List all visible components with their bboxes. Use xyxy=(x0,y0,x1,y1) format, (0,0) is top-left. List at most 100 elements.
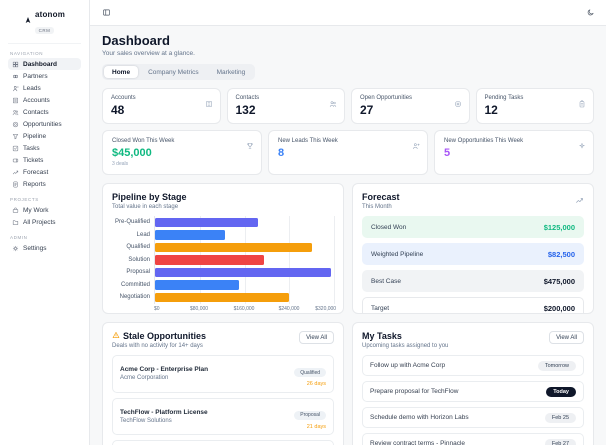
opportunity-company: TechFlow Solutions xyxy=(120,417,172,424)
funnel-icon xyxy=(12,133,19,140)
stats-grid: Accounts 48 Contacts 132 Open Opportunities 2… xyxy=(102,88,594,124)
bar-solution[interactable] xyxy=(155,255,265,265)
briefcase-icon xyxy=(12,207,19,214)
leads-icon xyxy=(12,85,19,92)
task-list: Follow up with Acme Corp Tomorrow Prepare … xyxy=(362,355,584,445)
due-badge: Feb 27 xyxy=(544,438,576,445)
forecast-row-label: Closed Won xyxy=(371,223,407,231)
chart-x-tick: $320,000 xyxy=(315,305,337,312)
building-icon xyxy=(205,95,213,113)
stat-value: 12 xyxy=(484,103,498,117)
pipeline-chart: Pre-Qualified Lead Qualified Solution Propos… xyxy=(112,216,337,313)
sidebar-item-accounts[interactable]: Accounts xyxy=(8,94,81,106)
opportunity-company: Acme Corporation xyxy=(120,375,169,382)
task-row[interactable]: Schedule demo with Horizon Labs Feb 25 xyxy=(362,407,584,428)
highlight-sub xyxy=(278,161,418,167)
sidebar: atonom CRM Navigation Dashboard Partners Le… xyxy=(0,0,90,445)
tab-home[interactable]: Home xyxy=(104,66,139,78)
forecast-row-label: Best Case xyxy=(371,277,401,285)
forecast-rows: Closed Won $125,000 Weighted Pipeline $82,5… xyxy=(362,216,584,313)
stat-card-accounts[interactable]: Accounts 48 xyxy=(102,88,221,124)
chart-plot-area xyxy=(154,216,335,304)
sidebar-item-tickets[interactable]: Tickets xyxy=(8,154,81,166)
stale-opportunity-row[interactable]: Acme Corp - Enterprise Plan Acme Corporat… xyxy=(112,355,334,393)
tasks-subtitle: Upcoming tasks assigned to you xyxy=(362,343,449,349)
sidebar-item-label: Opportunities xyxy=(23,120,62,128)
highlight-card-new-leads-this-week[interactable]: New Leads This Week 8 xyxy=(268,130,428,175)
bar-proposal[interactable] xyxy=(155,267,332,277)
task-row[interactable]: Follow up with Acme Corp Tomorrow xyxy=(362,355,584,376)
forecast-row-weighted-pipeline: Weighted Pipeline $82,500 xyxy=(362,243,584,265)
trend-up-icon xyxy=(575,192,584,210)
stale-subtitle: Deals with no activity for 14+ days xyxy=(112,343,203,349)
brand-product: CRM xyxy=(34,27,55,34)
stat-card-pending-tasks[interactable]: Pending Tasks 12 xyxy=(475,88,594,124)
dashboard-tabs: Home Company Metrics Marketing xyxy=(102,64,256,80)
sidebar-item-reports[interactable]: Reports xyxy=(8,178,81,190)
forecast-row-label: Target xyxy=(371,304,390,312)
days-stale: 21 days xyxy=(306,423,326,430)
bar-committed[interactable] xyxy=(155,280,239,290)
sidebar-item-tasks[interactable]: Tasks xyxy=(8,142,81,154)
bar-lead[interactable] xyxy=(155,230,225,240)
highlight-value: $45,000 xyxy=(112,147,152,159)
task-title: Follow up with Acme Corp xyxy=(370,362,446,369)
theme-toggle-button[interactable] xyxy=(584,7,596,19)
task-row[interactable]: Prepare proposal for TechFlow Today xyxy=(362,381,584,402)
pipeline-title: Pipeline by Stage xyxy=(112,192,187,202)
sidebar-item-my-work[interactable]: My Work xyxy=(8,204,81,216)
forecast-row-value: $475,000 xyxy=(543,276,575,286)
nav-section-label: Navigation xyxy=(10,51,44,56)
tab-marketing[interactable]: Marketing xyxy=(209,66,254,78)
page-subtitle: Your sales overview at a glance. xyxy=(102,50,195,57)
sidebar-item-leads[interactable]: Leads xyxy=(8,82,81,94)
bar-pre-qualified[interactable] xyxy=(155,217,259,227)
sidebar-item-label: Contacts xyxy=(23,108,49,116)
stale-list: Acme Corp - Enterprise Plan Acme Corporat… xyxy=(112,355,334,445)
trophy-icon xyxy=(246,137,254,155)
stat-card-open-opportunities[interactable]: Open Opportunities 27 xyxy=(351,88,470,124)
target-icon xyxy=(12,121,19,128)
stat-value: 132 xyxy=(235,103,256,117)
chart-x-tick: $80,000 xyxy=(189,305,209,312)
highlights-grid: Closed Won This Week $45,000 3 deals New Le… xyxy=(102,130,594,175)
check-square-icon xyxy=(12,145,19,152)
bar-qualified[interactable] xyxy=(155,242,312,252)
sidebar-item-pipeline[interactable]: Pipeline xyxy=(8,130,81,142)
task-row[interactable]: Review contract terms - Pinnacle Feb 27 xyxy=(362,433,584,445)
tab-company-metrics[interactable]: Company Metrics xyxy=(140,66,207,78)
opportunity-title: TechFlow - Platform License xyxy=(120,408,208,416)
stale-opportunity-row[interactable]: TechFlow - Platform License TechFlow Solu… xyxy=(112,397,334,435)
bar-negotiation[interactable] xyxy=(155,292,290,302)
sidebar-item-label: All Projects xyxy=(23,218,56,226)
sidebar-toggle-button[interactable] xyxy=(100,7,112,19)
highlight-card-new-opportunities-this-week[interactable]: New Opportunities This Week 5 xyxy=(434,130,594,175)
highlight-sub: 3 deals xyxy=(112,161,129,167)
stale-opportunity-row[interactable]: Pinnacle - Annual SubscriptionPinnacle I… xyxy=(112,440,334,445)
chart-category-label: Qualified xyxy=(126,244,150,251)
chart-category-label: Solution xyxy=(128,256,150,263)
forecast-row-value: $82,500 xyxy=(547,249,575,259)
forecast-row-label: Weighted Pipeline xyxy=(371,250,424,258)
topbar xyxy=(90,0,606,26)
sidebar-item-settings[interactable]: Settings xyxy=(8,242,81,254)
building-icon xyxy=(12,97,19,104)
tasks-view-all-button[interactable]: View All xyxy=(549,331,584,344)
stat-label: Open Opportunities xyxy=(360,95,413,101)
chart-x-tick: $240,000 xyxy=(278,305,300,312)
sidebar-item-partners[interactable]: Partners xyxy=(8,70,81,82)
highlight-card-closed-won-this-week[interactable]: Closed Won This Week $45,000 3 deals xyxy=(102,130,262,175)
sidebar-item-forecast[interactable]: Forecast xyxy=(8,166,81,178)
stale-view-all-button[interactable]: View All xyxy=(299,331,334,344)
stage-badge: Qualified xyxy=(294,368,326,377)
page-title: Dashboard xyxy=(102,33,170,48)
sidebar-item-opportunities[interactable]: Opportunities xyxy=(8,118,81,130)
chart-category-label: Proposal xyxy=(126,269,150,276)
sidebar-item-contacts[interactable]: Contacts xyxy=(8,106,81,118)
logo-icon xyxy=(24,11,32,23)
sidebar-item-all-projects[interactable]: All Projects xyxy=(8,216,81,228)
sidebar-item-dashboard[interactable]: Dashboard xyxy=(8,58,81,70)
stat-card-contacts[interactable]: Contacts 132 xyxy=(226,88,345,124)
nav-section-label: Projects xyxy=(10,197,39,202)
chart-row-lead xyxy=(155,229,334,242)
